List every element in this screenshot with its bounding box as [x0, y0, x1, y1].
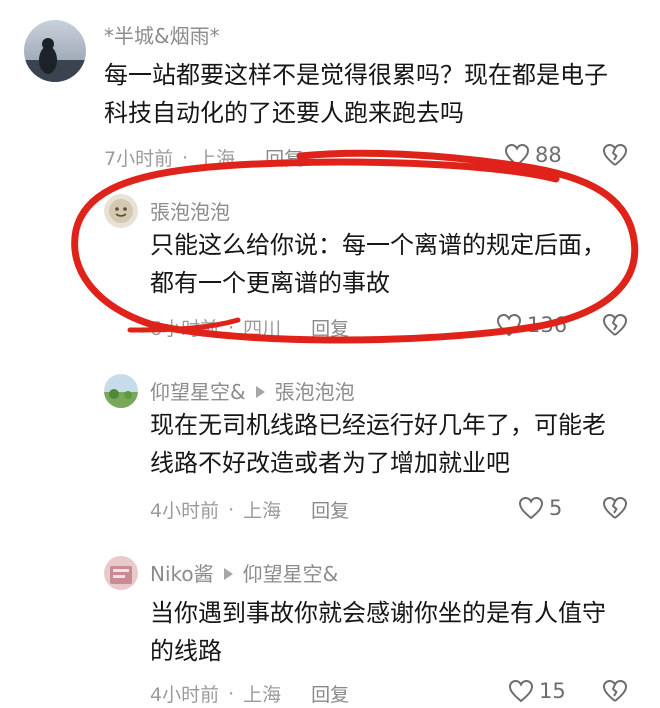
comment-text-line: 当你遇到事故你就会感谢你坐的是有人值守	[150, 599, 606, 627]
author-name[interactable]: 仰望星空&	[150, 382, 246, 402]
like-button[interactable]: 5	[518, 496, 562, 520]
separator-dot: ·	[228, 316, 235, 339]
broken-heart-icon	[603, 144, 627, 166]
comment-text-line: 科技自动化的了还要人跑来跑去吗	[104, 99, 464, 127]
avatar[interactable]	[104, 556, 138, 590]
reply-to-name[interactable]: 張泡泡泡	[275, 382, 355, 402]
comment-text: 每一站都要这样不是觉得很累吗？现在都是电子 科技自动化的了还要人跑来跑去吗	[104, 56, 608, 132]
comment-item: 仰望星空& 張泡泡泡 现在无司机线路已经运行好几年了，可能老 线路不好改造或者为…	[0, 360, 660, 540]
dislike-button[interactable]	[602, 143, 628, 171]
comment-meta: 6小时前 · 四川 回复	[150, 314, 349, 341]
like-count: 15	[539, 679, 566, 703]
comment-location: 上海	[243, 684, 282, 706]
comment-text-line: 的线路	[150, 637, 222, 665]
separator-dot: ·	[228, 498, 235, 521]
comment-meta: 4小时前 · 上海 回复	[150, 680, 349, 707]
separator-dot: ·	[182, 146, 189, 169]
reply-arrow-icon	[255, 386, 265, 398]
reply-button[interactable]: 回复	[265, 144, 303, 171]
heart-outline-icon	[504, 143, 530, 167]
like-count: 5	[549, 496, 563, 520]
comment-text-line: 只能这么给你说：每一个离谱的规定后面，	[150, 231, 606, 259]
like-count: 136	[527, 313, 568, 337]
comment-meta: 4小时前 · 上海 回复	[150, 496, 349, 523]
author-name[interactable]: 張泡泡泡	[150, 202, 230, 222]
comment-time: 7小时前	[104, 148, 174, 170]
author-row: 張泡泡泡	[150, 202, 230, 222]
comment-item: Niko酱 仰望星空& 当你遇到事故你就会感谢你坐的是有人值守 的线路 4小时前…	[0, 540, 660, 708]
reply-button[interactable]: 回复	[311, 680, 349, 707]
like-button[interactable]: 15	[508, 679, 566, 703]
heart-outline-icon	[496, 313, 522, 337]
reply-arrow-icon	[223, 568, 233, 580]
author-name[interactable]: *半城&烟雨*	[104, 26, 220, 46]
avatar[interactable]	[24, 20, 86, 82]
comment-text-line: 线路不好改造或者为了增加就业吧	[150, 449, 510, 477]
author-name[interactable]: Niko酱	[150, 564, 214, 584]
reply-to-name[interactable]: 仰望星空&	[243, 564, 339, 584]
comment-text-line: 每一站都要这样不是觉得很累吗？现在都是电子	[104, 61, 608, 89]
comment-time: 4小时前	[150, 500, 220, 522]
dislike-button[interactable]	[602, 679, 628, 707]
comment-text-line: 都有一个更离谱的事故	[150, 269, 390, 297]
author-row: *半城&烟雨*	[104, 26, 220, 46]
separator-dot: ·	[228, 682, 235, 705]
comment-time: 6小时前	[150, 318, 220, 340]
dislike-button[interactable]	[602, 496, 628, 524]
heart-outline-icon	[508, 679, 534, 703]
avatar[interactable]	[104, 194, 138, 228]
comment-item: 張泡泡泡 只能这么给你说：每一个离谱的规定后面， 都有一个更离谱的事故 6小时前…	[0, 180, 660, 360]
comment-text: 当你遇到事故你就会感谢你坐的是有人值守 的线路	[150, 594, 606, 670]
comment-text-line: 现在无司机线路已经运行好几年了，可能老	[150, 411, 606, 439]
author-row: 仰望星空& 張泡泡泡	[150, 382, 355, 402]
broken-heart-icon	[603, 314, 627, 336]
like-button[interactable]: 88	[504, 143, 562, 167]
author-row: Niko酱 仰望星空&	[150, 564, 338, 584]
like-count: 88	[535, 143, 562, 167]
comment-text: 现在无司机线路已经运行好几年了，可能老 线路不好改造或者为了增加就业吧	[150, 406, 606, 482]
comment-location: 四川	[243, 318, 282, 340]
reply-button[interactable]: 回复	[311, 314, 349, 341]
heart-outline-icon	[518, 496, 544, 520]
comment-time: 4小时前	[150, 684, 220, 706]
comment-location: 上海	[243, 500, 282, 522]
broken-heart-icon	[603, 497, 627, 519]
dislike-button[interactable]	[602, 313, 628, 341]
broken-heart-icon	[603, 680, 627, 702]
comment-item: *半城&烟雨* 每一站都要这样不是觉得很累吗？现在都是电子 科技自动化的了还要人…	[0, 0, 660, 180]
avatar[interactable]	[104, 374, 138, 408]
like-button[interactable]: 136	[496, 313, 567, 337]
comment-meta: 7小时前 · 上海 回复	[104, 144, 303, 171]
comment-text: 只能这么给你说：每一个离谱的规定后面， 都有一个更离谱的事故	[150, 226, 606, 302]
comment-thread: *半城&烟雨* 每一站都要这样不是觉得很累吗？现在都是电子 科技自动化的了还要人…	[0, 0, 660, 708]
comment-location: 上海	[197, 148, 236, 170]
reply-button[interactable]: 回复	[311, 496, 349, 523]
